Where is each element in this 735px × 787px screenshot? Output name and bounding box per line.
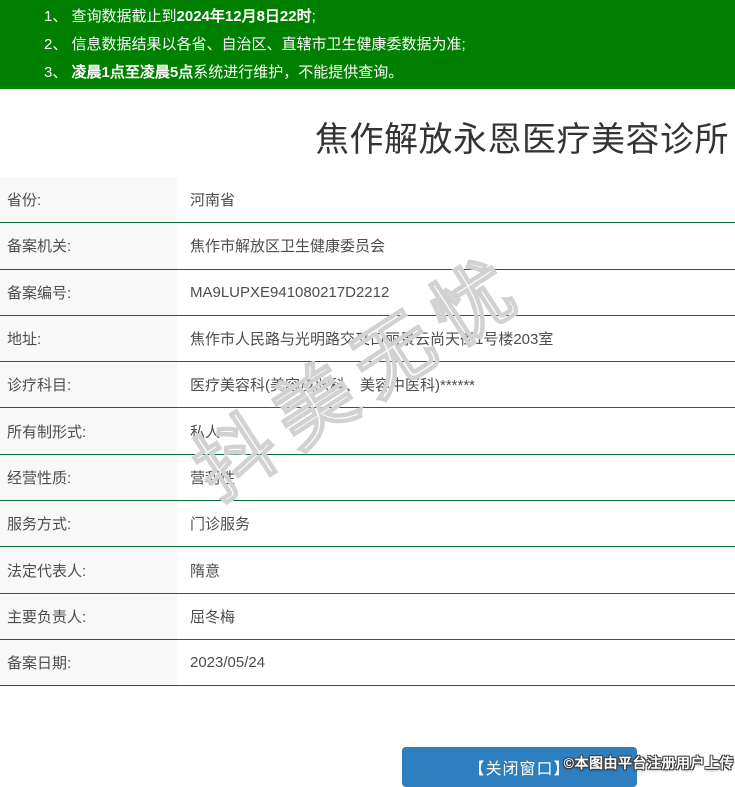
row-value: 营利性: [177, 454, 735, 501]
row-value: 2023/05/24: [177, 639, 735, 686]
notice-text: 3、: [44, 64, 72, 81]
notice-text-bold: 2024年12月8日22时: [176, 8, 312, 25]
table-row: 省份: 河南省: [0, 177, 735, 224]
table-row: 备案日期: 2023/05/24: [0, 639, 735, 687]
row-value: 焦作市人民路与光明路交叉口丽景云尚天街1号楼203室: [177, 315, 735, 362]
row-value: 隋意: [177, 547, 735, 593]
table-row: 服务方式: 门诊服务: [0, 501, 735, 548]
row-label: 诊疗科目:: [0, 362, 177, 408]
info-table: 省份: 河南省 备案机关: 焦作市解放区卫生健康委员会 备案编号: MA9LUP…: [0, 177, 735, 687]
notice-text: 2、 信息数据结果以各省、自治区、直辖市卫生健康委数据为准;: [44, 36, 466, 53]
row-label: 备案日期:: [0, 639, 177, 686]
row-value: 焦作市解放区卫生健康委员会: [177, 223, 735, 269]
page-title: 焦作解放永恩医疗美容诊所: [315, 121, 729, 159]
notice-text: ;: [311, 8, 316, 25]
table-row: 所有制形式: 私人: [0, 408, 735, 455]
notice-text: 1、 查询数据截止到: [44, 8, 177, 25]
row-label: 省份:: [0, 177, 177, 223]
row-value: 私人: [177, 408, 735, 454]
table-row: 备案机关: 焦作市解放区卫生健康委员会: [0, 223, 735, 270]
row-value: 河南省: [177, 177, 735, 223]
notice-text: 系统进行维护，不能提供查询。: [193, 64, 404, 81]
row-label: 地址:: [0, 315, 177, 362]
notice-text-bold: 凌晨1点至凌晨5点: [71, 64, 194, 81]
table-row: 诊疗科目: 医疗美容科(美容皮肤科、美容中医科)******: [0, 362, 735, 409]
table-row: 主要负责人: 屈冬梅: [0, 593, 735, 640]
notice-banner: 1、 查询数据截止到2024年12月8日22时; 2、 信息数据结果以各省、自治…: [0, 0, 735, 89]
table-row: 地址: 焦作市人民路与光明路交叉口丽景云尚天街1号楼203室: [0, 315, 735, 363]
row-label: 主要负责人:: [0, 593, 177, 639]
row-value: 门诊服务: [177, 501, 735, 547]
table-row: 经营性质: 营利性: [0, 454, 735, 502]
row-label: 服务方式:: [0, 501, 177, 547]
row-value: 医疗美容科(美容皮肤科、美容中医科)******: [177, 362, 735, 408]
table-row: 备案编号: MA9LUPXE941080217D2212: [0, 269, 735, 316]
row-label: 备案编号:: [0, 269, 177, 315]
row-label: 经营性质:: [0, 454, 177, 501]
row-label: 法定代表人:: [0, 547, 177, 593]
table-row: 法定代表人: 隋意: [0, 547, 735, 594]
notice-item: 1、 查询数据截止到2024年12月8日22时;: [44, 3, 735, 31]
notice-item: 3、 凌晨1点至凌晨5点系统进行维护，不能提供查询。: [44, 59, 735, 87]
copyright-note: ©本图由平台注册用户上传: [563, 755, 734, 771]
row-value: MA9LUPXE941080217D2212: [177, 269, 735, 315]
row-value: 屈冬梅: [177, 593, 735, 639]
row-label: 备案机关:: [0, 223, 177, 269]
row-label: 所有制形式:: [0, 408, 177, 454]
notice-item: 2、 信息数据结果以各省、自治区、直辖市卫生健康委数据为准;: [44, 31, 735, 59]
